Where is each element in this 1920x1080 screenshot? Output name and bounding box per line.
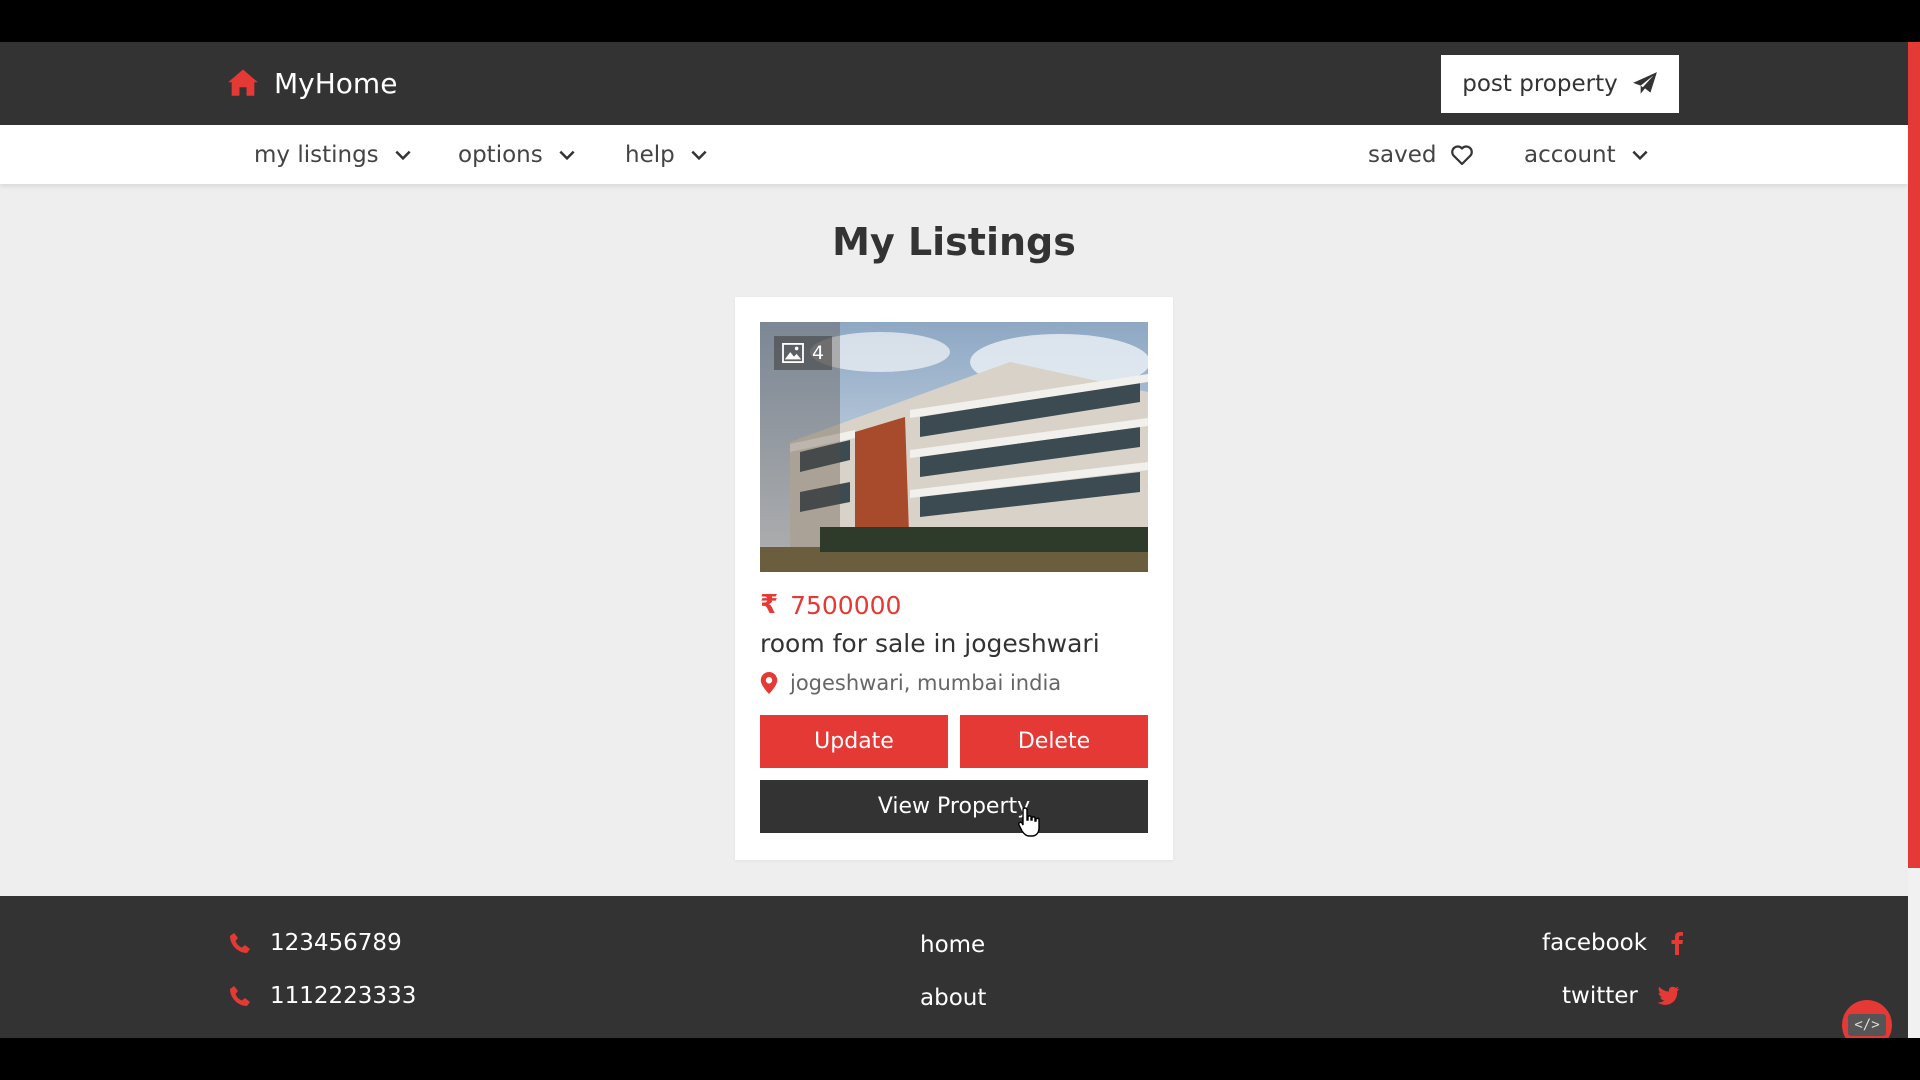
chevron-down-icon (395, 150, 411, 160)
phone-icon (230, 986, 250, 1006)
code-icon: </> (1848, 1014, 1886, 1036)
twitter-icon (1657, 986, 1679, 1005)
scrollbar-thumb[interactable] (1908, 42, 1920, 868)
footer-link-home[interactable]: home (920, 932, 985, 958)
delete-button[interactable]: Delete (960, 715, 1148, 768)
chevron-down-icon (559, 150, 575, 160)
app-screen: MyHome post property my listings options… (0, 42, 1920, 1038)
page-title: My Listings (832, 220, 1076, 264)
main-nav: my listings options help saved account (0, 125, 1908, 184)
footer-phone-1[interactable]: 123456789 (228, 930, 402, 956)
nav-help[interactable]: help (625, 125, 709, 184)
phone-number: 123456789 (270, 930, 402, 956)
map-pin-icon (760, 672, 778, 694)
footer: 123456789 1112223333 home about facebook… (0, 896, 1908, 1038)
phone-number: 1112223333 (270, 983, 417, 1009)
top-header: MyHome post property (0, 42, 1908, 125)
heart-icon (1451, 144, 1474, 165)
listing-price: ₹ 7500000 (760, 590, 901, 620)
footer-twitter[interactable]: twitter (1562, 983, 1680, 1009)
footer-link-about[interactable]: about (920, 985, 986, 1011)
home-icon (228, 69, 258, 96)
nav-options[interactable]: options (458, 125, 577, 184)
facebook-icon (1671, 932, 1684, 955)
brand-logo[interactable]: MyHome (226, 66, 397, 100)
photo-count: 4 (812, 342, 825, 364)
listing-location: jogeshwari, mumbai india (760, 671, 1061, 695)
paper-plane-icon (1632, 72, 1657, 94)
scrollbar[interactable] (1908, 42, 1920, 1038)
hand-cursor-icon (1018, 807, 1040, 837)
post-property-button[interactable]: post property (1441, 55, 1679, 113)
nav-saved[interactable]: saved (1368, 125, 1474, 184)
nav-my-listings-label: my listings (254, 141, 379, 168)
listing-title: room for sale in jogeshwari (760, 629, 1100, 658)
nav-my-listings[interactable]: my listings (254, 125, 413, 184)
view-property-button[interactable]: View Property (760, 780, 1148, 833)
image-icon (782, 343, 804, 363)
rupee-icon: ₹ (760, 590, 779, 620)
update-button[interactable]: Update (760, 715, 948, 768)
footer-facebook[interactable]: facebook (1542, 930, 1689, 956)
listing-photo[interactable]: 4 (760, 322, 1148, 572)
photo-count-badge: 4 (774, 336, 833, 370)
location-text: jogeshwari, mumbai india (790, 671, 1062, 695)
phone-icon (230, 933, 250, 953)
nav-help-label: help (625, 141, 675, 168)
facebook-label: facebook (1542, 930, 1648, 956)
chevron-down-icon (691, 150, 707, 160)
price-value: 7500000 (790, 590, 902, 620)
post-property-label: post property (1462, 71, 1618, 97)
nav-options-label: options (458, 141, 543, 168)
nav-account-label: account (1524, 141, 1616, 168)
brand-name: MyHome (274, 66, 398, 100)
chevron-down-icon (1632, 150, 1648, 160)
listing-card: 4 ₹ 7500000 room for sale in jogeshwari … (735, 297, 1173, 860)
footer-phone-2[interactable]: 1112223333 (228, 983, 416, 1009)
nav-account[interactable]: account (1524, 125, 1650, 184)
twitter-label: twitter (1562, 983, 1638, 1009)
nav-saved-label: saved (1368, 141, 1437, 168)
